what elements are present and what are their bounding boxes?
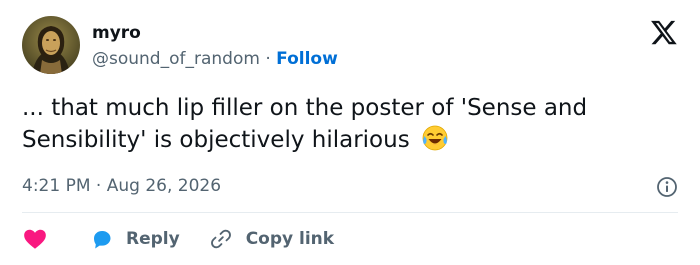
handle-separator: ·	[265, 49, 271, 69]
divider	[22, 212, 678, 213]
copy-link-label: Copy link	[245, 229, 335, 249]
link-icon	[210, 229, 231, 249]
reply-bubble-icon	[94, 231, 111, 249]
author-display-name[interactable]: myro	[92, 22, 141, 44]
tweet-date: Aug 26, 2026	[106, 176, 222, 196]
tweet-text-content: ... that much lip filler on the poster o…	[22, 95, 588, 153]
like-button[interactable]	[22, 226, 90, 252]
tweet-actions: Reply Copy link	[22, 226, 334, 252]
reply-button[interactable]: Reply	[90, 227, 180, 251]
copy-link-button[interactable]: Copy link	[180, 228, 334, 250]
author-handle-row: @sound_of_random · Follow	[92, 48, 338, 70]
tweet-timestamp[interactable]: 4:21 PM · Aug 26, 2026	[22, 175, 221, 197]
face-with-tears-of-joy-icon	[421, 124, 449, 152]
mona-lisa-avatar-image	[22, 16, 80, 74]
author-handle[interactable]: @sound_of_random	[92, 49, 260, 69]
heart-icon	[24, 229, 46, 249]
follow-button[interactable]: Follow	[276, 49, 338, 69]
tweet-text: ... that much lip filler on the poster o…	[22, 92, 682, 156]
tweet-time: 4:21 PM	[22, 176, 91, 196]
reply-label: Reply	[126, 229, 180, 249]
x-logo-icon[interactable]	[650, 18, 678, 46]
info-icon[interactable]	[656, 176, 678, 198]
timestamp-separator: ·	[95, 176, 102, 196]
avatar[interactable]	[22, 16, 80, 74]
